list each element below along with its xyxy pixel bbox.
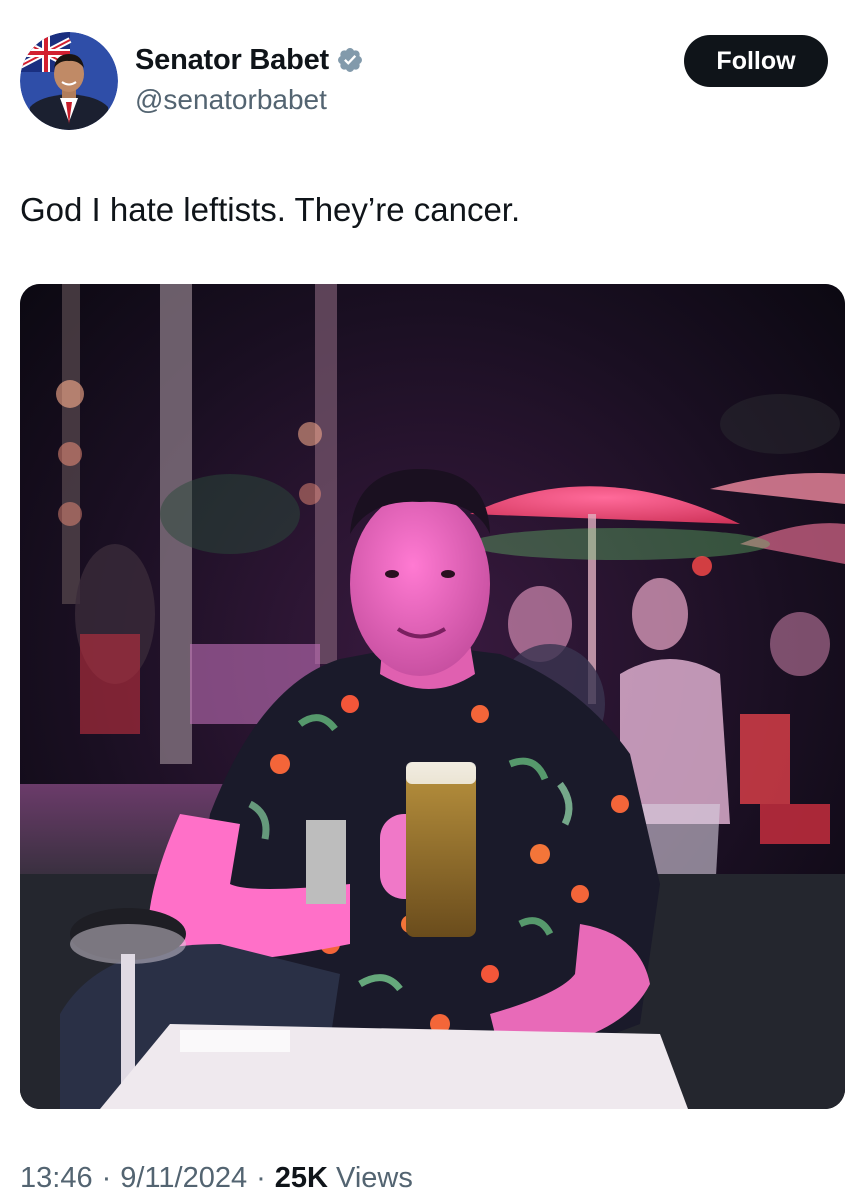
- tweet-date[interactable]: 9/11/2024: [120, 1162, 247, 1195]
- photo-image: [20, 284, 845, 1109]
- author-info: Senator Babet @senatorbabet: [135, 40, 364, 116]
- meta-separator: ·: [101, 1162, 112, 1194]
- meta-separator: ·: [256, 1162, 266, 1194]
- tweet-text: God I hate leftists. They’re cancer.: [20, 191, 521, 228]
- author-avatar[interactable]: [20, 32, 118, 130]
- views-label: Views: [336, 1162, 413, 1194]
- author-display-name[interactable]: Senator Babet: [135, 44, 329, 77]
- tweet-meta: 13:46 · 9/11/2024 · 25K Views: [20, 1162, 413, 1195]
- author-handle[interactable]: @senatorbabet: [135, 84, 364, 116]
- tweet-header: Senator Babet @senatorbabet Follow: [0, 0, 865, 140]
- tweet-photo[interactable]: [20, 284, 845, 1109]
- follow-button[interactable]: Follow: [684, 35, 828, 87]
- verified-badge-icon[interactable]: [336, 46, 364, 74]
- tweet-time[interactable]: 13:46: [20, 1162, 93, 1195]
- avatar-image: [20, 32, 118, 130]
- views-count[interactable]: 25K: [275, 1162, 328, 1195]
